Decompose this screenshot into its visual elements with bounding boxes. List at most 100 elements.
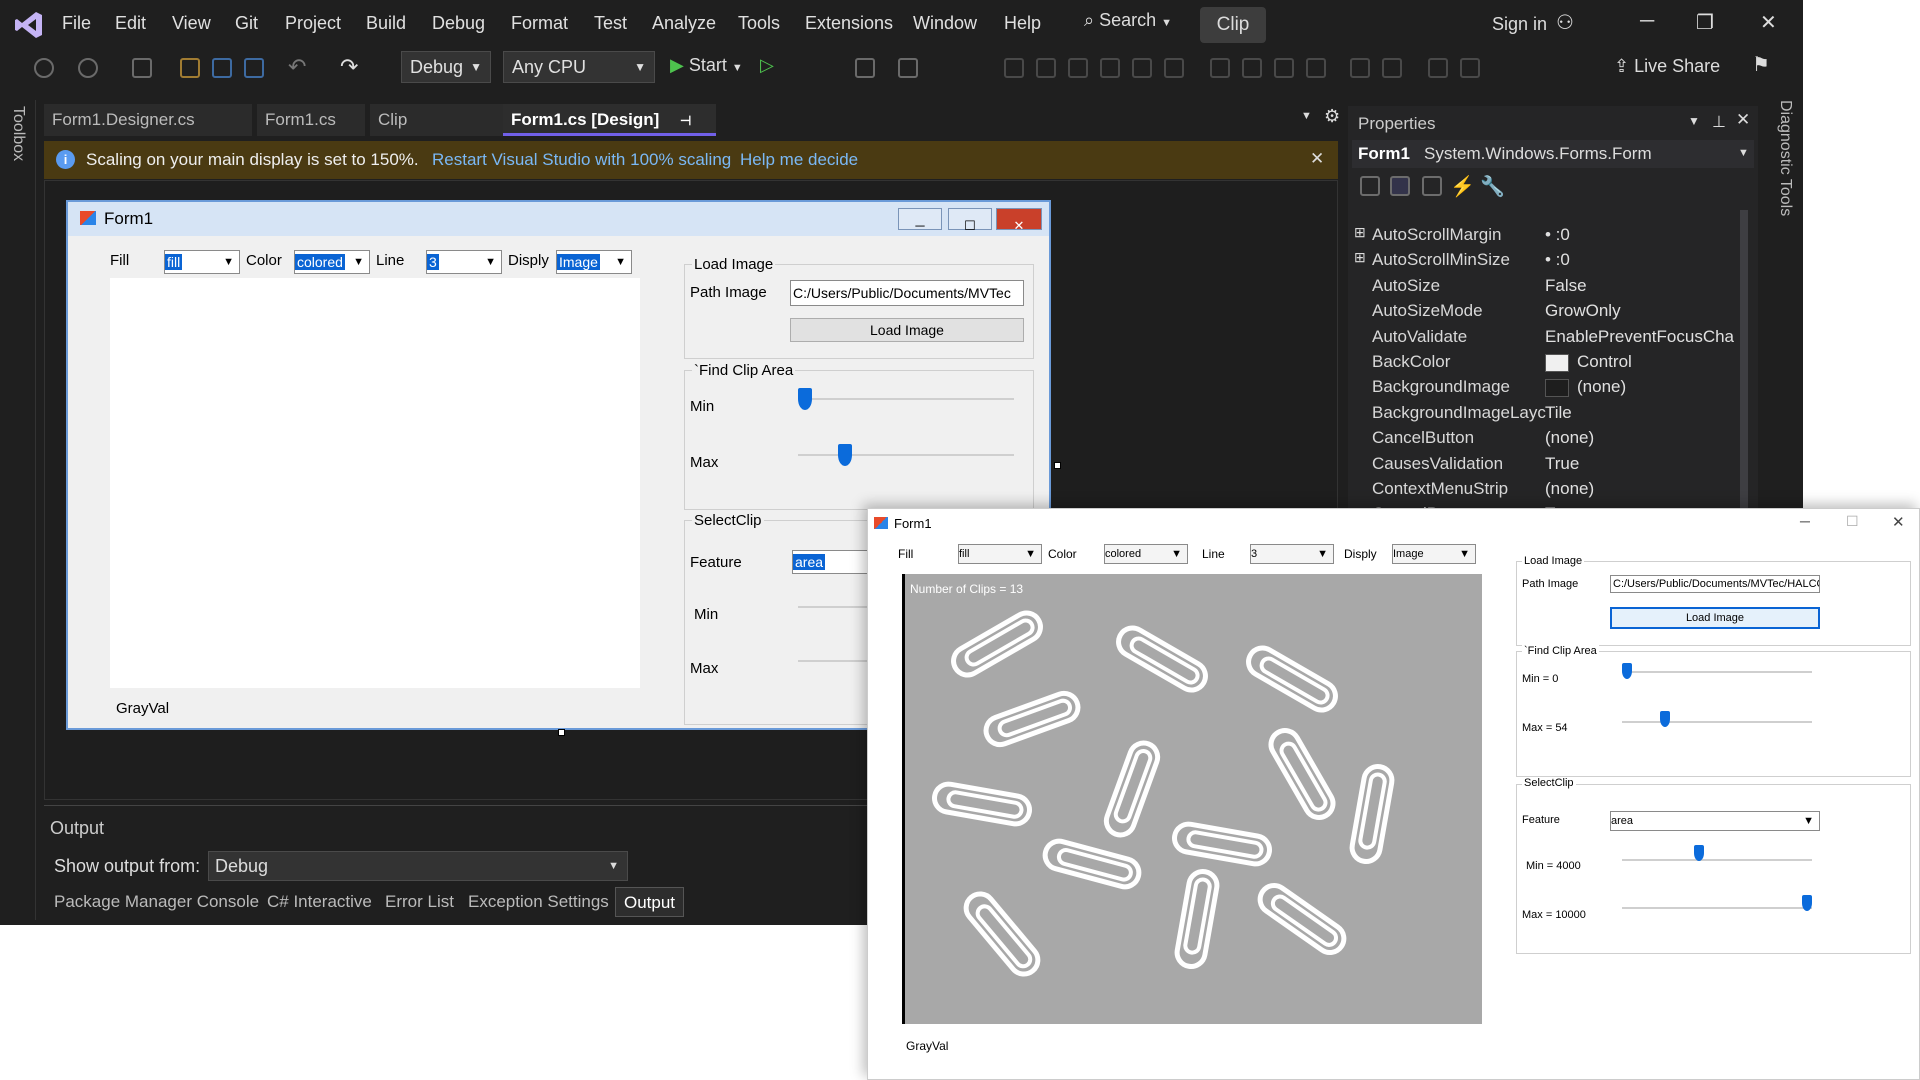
resize-handle-right[interactable]	[1054, 462, 1061, 469]
property-row[interactable]: CausesValidation True	[1372, 451, 1752, 476]
menu-project[interactable]: Project	[285, 13, 341, 34]
fill-dropdown[interactable]: fill ▼	[164, 250, 240, 274]
menu-debug[interactable]: Debug	[432, 13, 485, 34]
menu-help[interactable]: Help	[1004, 13, 1041, 34]
tab-package-manager-console[interactable]: Package Manager Console	[54, 887, 259, 917]
menu-git[interactable]: Git	[235, 13, 258, 34]
close-icon[interactable]: ✕	[1760, 10, 1777, 35]
property-value[interactable]: EnablePreventFocusChan	[1545, 327, 1735, 347]
close-icon[interactable]: ✕	[1892, 513, 1905, 531]
load-image-button[interactable]: Load Image	[790, 318, 1024, 342]
menu-tools[interactable]: Tools	[738, 13, 780, 34]
close-icon[interactable]: ✕	[1736, 110, 1750, 130]
find-max-slider[interactable]	[838, 444, 852, 466]
toolbox-tab[interactable]: Toolbox	[9, 106, 27, 161]
order-back-icon[interactable]	[1460, 58, 1480, 78]
redo-icon[interactable]: ↷	[340, 54, 358, 80]
same-height-icon[interactable]	[1242, 58, 1262, 78]
align-center-icon[interactable]	[1036, 58, 1056, 78]
align-middle-icon[interactable]	[1132, 58, 1152, 78]
property-row[interactable]: CancelButton (none)	[1372, 425, 1752, 450]
search-box[interactable]: ⌕ Search ▼	[1084, 10, 1172, 31]
project-name-badge[interactable]: Clip	[1200, 7, 1266, 43]
fill-dropdown[interactable]: fill ▼	[958, 544, 1042, 564]
path-image-input[interactable]: C:/Users/Public/Documents/MVTec	[790, 280, 1024, 306]
property-value[interactable]: False	[1545, 276, 1735, 296]
align-top-icon[interactable]	[1100, 58, 1120, 78]
menu-build[interactable]: Build	[366, 13, 406, 34]
color-dropdown[interactable]: colored ▼	[1104, 544, 1188, 564]
minimize-icon[interactable]: ─	[1640, 10, 1654, 33]
select-min-slider[interactable]	[1694, 845, 1704, 861]
person-icon[interactable]: ⚇	[1556, 10, 1574, 35]
align-bottom-icon[interactable]	[1164, 58, 1184, 78]
property-value[interactable]: • :0	[1545, 250, 1735, 270]
path-image-input[interactable]: C:/Users/Public/Documents/MVTec/HALCON-1…	[1610, 575, 1820, 593]
property-value[interactable]: (none)	[1545, 479, 1735, 499]
property-value[interactable]: (none)	[1545, 377, 1735, 397]
restore-icon[interactable]: ❐	[1696, 10, 1714, 35]
image-display[interactable]: Number of Clips = 13	[902, 574, 1482, 1024]
show-output-dropdown[interactable]: Debug ▼	[208, 851, 628, 881]
diagnostic-tools-tab[interactable]: Diagnostic Tools	[1776, 100, 1794, 216]
menu-format[interactable]: Format	[511, 13, 568, 34]
maximize-icon[interactable]: ☐	[1846, 513, 1859, 530]
categorized-icon[interactable]	[1360, 176, 1380, 196]
chevron-down-icon[interactable]: ▼	[1688, 114, 1700, 128]
property-row[interactable]: ⊞ AutoScrollMargin • :0	[1354, 222, 1752, 247]
tab-csharp-interactive[interactable]: C# Interactive	[267, 887, 372, 917]
property-row[interactable]: ⊞ AutoScrollMinSize • :0	[1354, 247, 1752, 272]
find-max-slider[interactable]	[1659, 711, 1670, 727]
properties-scrollbar[interactable]	[1740, 210, 1748, 510]
line-dropdown[interactable]: 3 ▼	[426, 250, 502, 274]
spacing-vertical-icon[interactable]	[1382, 58, 1402, 78]
spacing-icon[interactable]	[1350, 58, 1370, 78]
minimize-icon[interactable]: ─	[1800, 513, 1810, 529]
property-value[interactable]: True	[1545, 454, 1735, 474]
menu-view[interactable]: View	[172, 13, 211, 34]
properties-icon[interactable]	[1422, 176, 1442, 196]
open-folder-icon[interactable]	[180, 58, 200, 78]
start-button[interactable]: ▶ Start ▼	[670, 55, 743, 76]
layout-icon[interactable]	[898, 58, 918, 78]
back-icon[interactable]	[34, 58, 54, 78]
color-dropdown[interactable]: colored ▼	[294, 250, 370, 274]
start-without-debugging-icon[interactable]: ▷	[760, 55, 774, 76]
save-icon[interactable]	[212, 58, 232, 78]
tab-form1-design[interactable]: Form1.cs [Design] ⊣ ✕	[503, 104, 716, 162]
events-icon[interactable]: ⚡	[1450, 174, 1475, 199]
property-row[interactable]: BackgroundImageLayc Tile	[1372, 400, 1752, 425]
close-info-icon[interactable]: ✕	[1310, 149, 1324, 169]
gear-icon[interactable]: ⚙	[1324, 106, 1340, 127]
platform-dropdown[interactable]: Any CPU ▼	[503, 51, 655, 83]
configuration-dropdown[interactable]: Debug ▼	[401, 51, 491, 83]
find-min-slider[interactable]	[798, 388, 812, 410]
menu-window[interactable]: Window	[913, 13, 977, 34]
alphabetical-icon[interactable]	[1390, 176, 1410, 196]
pin-icon[interactable]: ⊥	[1712, 112, 1726, 132]
undo-icon[interactable]: ↶	[288, 54, 306, 80]
select-max-slider[interactable]	[1802, 895, 1812, 911]
menu-extensions[interactable]: Extensions	[805, 13, 893, 34]
expand-icon[interactable]: ⊞	[1354, 249, 1366, 266]
property-row[interactable]: BackgroundImage (none)	[1372, 374, 1752, 399]
property-row[interactable]: AutoSizeMode GrowOnly	[1372, 298, 1752, 323]
forward-icon[interactable]	[78, 58, 98, 78]
object-selector[interactable]: Form1 System.Windows.Forms.Form ▼	[1352, 140, 1754, 168]
property-row[interactable]: AutoValidate EnablePreventFocusChan	[1372, 324, 1752, 349]
property-value[interactable]: • :0	[1545, 225, 1735, 245]
feature-dropdown[interactable]: area ▼	[1610, 811, 1820, 831]
same-width-icon[interactable]	[1210, 58, 1230, 78]
feedback-icon[interactable]: ⚑	[1752, 52, 1770, 77]
property-value[interactable]: Control	[1545, 352, 1735, 372]
solution-explorer-icon[interactable]	[855, 58, 875, 78]
property-value[interactable]: GrowOnly	[1545, 301, 1735, 321]
menu-analyze[interactable]: Analyze	[652, 13, 716, 34]
help-link[interactable]: Help me decide	[740, 150, 858, 170]
restart-link[interactable]: Restart Visual Studio with 100% scaling	[432, 150, 731, 170]
same-size-icon[interactable]	[1274, 58, 1294, 78]
property-value[interactable]: Tile	[1545, 403, 1735, 423]
align-left-icon[interactable]	[1004, 58, 1024, 78]
disply-dropdown[interactable]: Image ▼	[1392, 544, 1476, 564]
property-pages-icon[interactable]: 🔧	[1480, 174, 1505, 199]
